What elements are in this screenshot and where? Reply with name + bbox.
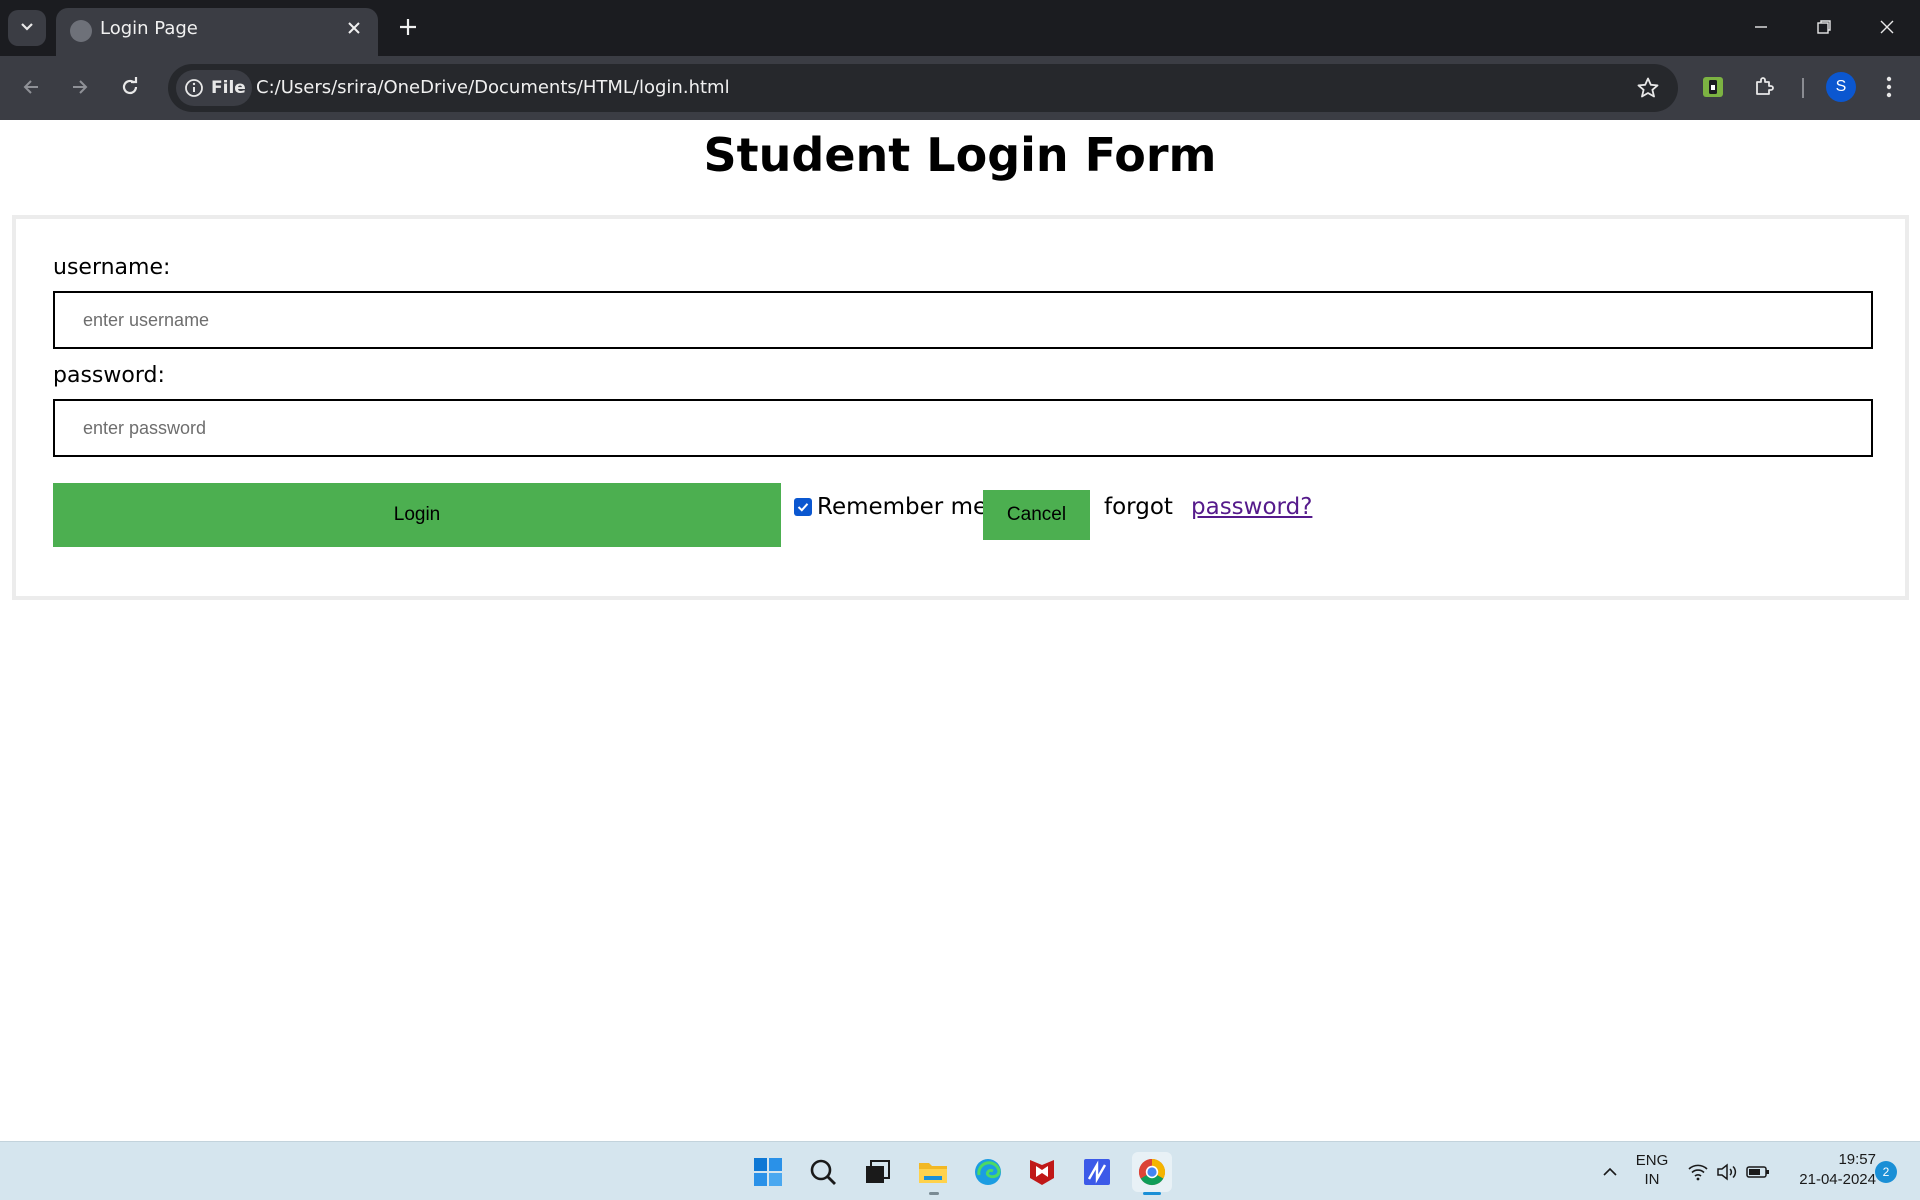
browser-menu-button[interactable] (1874, 72, 1904, 102)
checkmark-icon (797, 503, 809, 512)
globe-icon (70, 20, 92, 42)
reload-icon (122, 77, 138, 95)
clock-date: 21-04-2024 (1799, 1171, 1876, 1188)
edge-button[interactable] (968, 1152, 1008, 1192)
close-window-button[interactable] (1862, 6, 1912, 48)
running-indicator (929, 1192, 939, 1195)
chrome-icon (1138, 1158, 1166, 1186)
cancel-button[interactable]: Cancel (983, 490, 1090, 540)
forward-button[interactable] (63, 70, 97, 104)
site-chip-label: File (211, 78, 246, 98)
back-button[interactable] (14, 70, 48, 104)
chevron-down-icon (19, 18, 35, 39)
login-button[interactable]: Login (53, 483, 781, 547)
puzzle-icon (1756, 77, 1774, 95)
arrow-left-icon (23, 80, 38, 94)
extension-button[interactable] (1696, 70, 1730, 104)
arrow-right-icon (73, 80, 88, 94)
forgot-password-link[interactable]: password? (1191, 494, 1312, 520)
info-icon (185, 79, 203, 97)
file-explorer-button[interactable] (913, 1152, 953, 1192)
forgot-text: forgot (1104, 494, 1173, 520)
new-tab-button[interactable] (392, 10, 424, 44)
extension-app-icon (1703, 77, 1723, 97)
remember-me-label[interactable]: Remember me (817, 494, 987, 520)
show-hidden-icons-button[interactable] (1597, 1159, 1623, 1185)
minimize-icon (1755, 26, 1767, 28)
site-info-chip[interactable]: File (176, 70, 252, 106)
close-icon (348, 22, 360, 34)
username-label: username: (53, 255, 171, 280)
browser-toolbar: File C:/Users/srira/OneDrive/Documents/H… (0, 56, 1920, 120)
app-button[interactable] (1077, 1152, 1117, 1192)
app-icon (1084, 1159, 1110, 1185)
password-input[interactable] (53, 399, 1873, 457)
edge-icon (975, 1159, 1001, 1185)
task-view-button[interactable] (858, 1152, 898, 1192)
language-code: ENG (1635, 1152, 1669, 1169)
mcafee-button[interactable] (1022, 1152, 1062, 1192)
login-form: username: password: Login Remember me Ca… (12, 215, 1909, 600)
restore-button[interactable] (1799, 6, 1849, 48)
browser-tab-bar: Login Page (0, 0, 1920, 56)
extensions-menu-button[interactable] (1747, 70, 1781, 104)
tab-search-button[interactable] (8, 10, 46, 46)
web-page: Student Login Form username: password: L… (0, 120, 1920, 1141)
windows-start-icon (754, 1158, 782, 1186)
chrome-button[interactable] (1132, 1152, 1172, 1192)
page-title: Student Login Form (703, 128, 1217, 182)
volume-icon[interactable] (1714, 1159, 1740, 1185)
language-region: IN (1644, 1171, 1660, 1188)
remember-me-checkbox[interactable] (794, 498, 812, 516)
wifi-icon[interactable] (1685, 1159, 1711, 1185)
taskbar-search-button[interactable] (803, 1152, 843, 1192)
clock-time: 19:57 (1838, 1151, 1876, 1168)
chevron-up-icon (1603, 1167, 1617, 1176)
system-clock[interactable]: 19:57 21-04-2024 (1786, 1150, 1876, 1190)
mcafee-icon (1030, 1160, 1054, 1185)
more-vertical-icon (1886, 76, 1892, 98)
search-icon (810, 1159, 836, 1185)
address-bar[interactable]: File C:/Users/srira/OneDrive/Documents/H… (168, 64, 1678, 112)
start-button[interactable] (748, 1152, 788, 1192)
username-input[interactable] (53, 291, 1873, 349)
close-icon (1880, 20, 1894, 34)
active-app-indicator (1143, 1192, 1161, 1195)
battery-icon[interactable] (1745, 1159, 1771, 1185)
url-text[interactable]: C:/Users/srira/OneDrive/Documents/HTML/l… (256, 77, 730, 98)
plus-icon (400, 19, 416, 35)
task-view-icon (866, 1160, 890, 1183)
minimize-button[interactable] (1736, 6, 1786, 48)
notification-badge[interactable]: 2 (1875, 1161, 1897, 1183)
active-tab[interactable]: Login Page (56, 8, 378, 56)
windows-taskbar: ENG IN 19:57 21-04-2024 2 (0, 1141, 1920, 1200)
restore-icon (1817, 20, 1831, 34)
toolbar-separator (1802, 78, 1804, 98)
language-indicator[interactable]: ENG IN (1632, 1151, 1672, 1189)
file-explorer-icon (919, 1163, 947, 1183)
password-label: password: (53, 363, 165, 388)
tab-title: Login Page (100, 18, 198, 39)
reload-button[interactable] (113, 70, 147, 104)
profile-avatar[interactable]: S (1826, 72, 1856, 102)
bookmark-star-icon[interactable] (1636, 76, 1660, 105)
tab-close-button[interactable] (342, 16, 366, 40)
